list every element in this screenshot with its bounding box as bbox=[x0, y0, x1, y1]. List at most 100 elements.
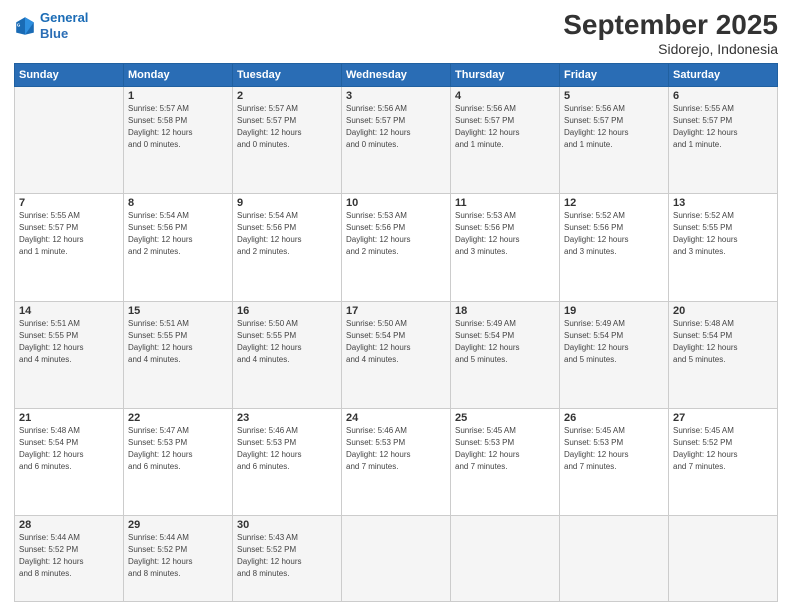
table-row: 25Sunrise: 5:45 AMSunset: 5:53 PMDayligh… bbox=[451, 409, 560, 516]
table-row: 15Sunrise: 5:51 AMSunset: 5:55 PMDayligh… bbox=[124, 301, 233, 408]
table-row: 13Sunrise: 5:52 AMSunset: 5:55 PMDayligh… bbox=[669, 194, 778, 301]
day-number: 6 bbox=[673, 90, 773, 102]
logo: G General Blue bbox=[14, 10, 88, 41]
table-row: 1Sunrise: 5:57 AMSunset: 5:58 PMDaylight… bbox=[124, 86, 233, 193]
cell-info: Sunrise: 5:55 AMSunset: 5:57 PMDaylight:… bbox=[673, 103, 773, 151]
day-number: 17 bbox=[346, 305, 446, 317]
col-tuesday: Tuesday bbox=[233, 63, 342, 86]
cell-info: Sunrise: 5:53 AMSunset: 5:56 PMDaylight:… bbox=[455, 210, 555, 258]
day-number: 16 bbox=[237, 305, 337, 317]
table-row: 22Sunrise: 5:47 AMSunset: 5:53 PMDayligh… bbox=[124, 409, 233, 516]
table-row: 14Sunrise: 5:51 AMSunset: 5:55 PMDayligh… bbox=[15, 301, 124, 408]
cell-info: Sunrise: 5:56 AMSunset: 5:57 PMDaylight:… bbox=[564, 103, 664, 151]
table-row bbox=[342, 516, 451, 602]
day-number: 21 bbox=[19, 412, 119, 424]
cell-info: Sunrise: 5:53 AMSunset: 5:56 PMDaylight:… bbox=[346, 210, 446, 258]
day-number: 22 bbox=[128, 412, 228, 424]
col-monday: Monday bbox=[124, 63, 233, 86]
day-number: 27 bbox=[673, 412, 773, 424]
calendar-week-row: 1Sunrise: 5:57 AMSunset: 5:58 PMDaylight… bbox=[15, 86, 778, 193]
day-number: 9 bbox=[237, 197, 337, 209]
table-row bbox=[669, 516, 778, 602]
day-number: 30 bbox=[237, 519, 337, 531]
cell-info: Sunrise: 5:51 AMSunset: 5:55 PMDaylight:… bbox=[128, 318, 228, 366]
logo-line1: General bbox=[40, 10, 88, 25]
cell-info: Sunrise: 5:47 AMSunset: 5:53 PMDaylight:… bbox=[128, 425, 228, 473]
table-row: 20Sunrise: 5:48 AMSunset: 5:54 PMDayligh… bbox=[669, 301, 778, 408]
table-row: 16Sunrise: 5:50 AMSunset: 5:55 PMDayligh… bbox=[233, 301, 342, 408]
day-number: 3 bbox=[346, 90, 446, 102]
table-row: 12Sunrise: 5:52 AMSunset: 5:56 PMDayligh… bbox=[560, 194, 669, 301]
table-row: 11Sunrise: 5:53 AMSunset: 5:56 PMDayligh… bbox=[451, 194, 560, 301]
cell-info: Sunrise: 5:45 AMSunset: 5:52 PMDaylight:… bbox=[673, 425, 773, 473]
table-row: 2Sunrise: 5:57 AMSunset: 5:57 PMDaylight… bbox=[233, 86, 342, 193]
col-saturday: Saturday bbox=[669, 63, 778, 86]
table-row: 19Sunrise: 5:49 AMSunset: 5:54 PMDayligh… bbox=[560, 301, 669, 408]
col-wednesday: Wednesday bbox=[342, 63, 451, 86]
day-number: 24 bbox=[346, 412, 446, 424]
day-number: 1 bbox=[128, 90, 228, 102]
day-number: 25 bbox=[455, 412, 555, 424]
table-row: 9Sunrise: 5:54 AMSunset: 5:56 PMDaylight… bbox=[233, 194, 342, 301]
header: G General Blue September 2025 Sidorejo, … bbox=[14, 10, 778, 57]
col-friday: Friday bbox=[560, 63, 669, 86]
table-row: 3Sunrise: 5:56 AMSunset: 5:57 PMDaylight… bbox=[342, 86, 451, 193]
cell-info: Sunrise: 5:54 AMSunset: 5:56 PMDaylight:… bbox=[237, 210, 337, 258]
calendar-week-row: 21Sunrise: 5:48 AMSunset: 5:54 PMDayligh… bbox=[15, 409, 778, 516]
location-subtitle: Sidorejo, Indonesia bbox=[563, 41, 778, 57]
cell-info: Sunrise: 5:52 AMSunset: 5:55 PMDaylight:… bbox=[673, 210, 773, 258]
day-number: 8 bbox=[128, 197, 228, 209]
day-number: 29 bbox=[128, 519, 228, 531]
cell-info: Sunrise: 5:48 AMSunset: 5:54 PMDaylight:… bbox=[673, 318, 773, 366]
table-row: 29Sunrise: 5:44 AMSunset: 5:52 PMDayligh… bbox=[124, 516, 233, 602]
day-number: 13 bbox=[673, 197, 773, 209]
table-row: 5Sunrise: 5:56 AMSunset: 5:57 PMDaylight… bbox=[560, 86, 669, 193]
table-row: 21Sunrise: 5:48 AMSunset: 5:54 PMDayligh… bbox=[15, 409, 124, 516]
table-row bbox=[15, 86, 124, 193]
cell-info: Sunrise: 5:52 AMSunset: 5:56 PMDaylight:… bbox=[564, 210, 664, 258]
day-number: 11 bbox=[455, 197, 555, 209]
cell-info: Sunrise: 5:49 AMSunset: 5:54 PMDaylight:… bbox=[564, 318, 664, 366]
table-row: 24Sunrise: 5:46 AMSunset: 5:53 PMDayligh… bbox=[342, 409, 451, 516]
cell-info: Sunrise: 5:45 AMSunset: 5:53 PMDaylight:… bbox=[564, 425, 664, 473]
cell-info: Sunrise: 5:49 AMSunset: 5:54 PMDaylight:… bbox=[455, 318, 555, 366]
calendar-header-row: Sunday Monday Tuesday Wednesday Thursday… bbox=[15, 63, 778, 86]
table-row: 4Sunrise: 5:56 AMSunset: 5:57 PMDaylight… bbox=[451, 86, 560, 193]
cell-info: Sunrise: 5:48 AMSunset: 5:54 PMDaylight:… bbox=[19, 425, 119, 473]
col-thursday: Thursday bbox=[451, 63, 560, 86]
day-number: 4 bbox=[455, 90, 555, 102]
cell-info: Sunrise: 5:56 AMSunset: 5:57 PMDaylight:… bbox=[346, 103, 446, 151]
table-row: 8Sunrise: 5:54 AMSunset: 5:56 PMDaylight… bbox=[124, 194, 233, 301]
cell-info: Sunrise: 5:44 AMSunset: 5:52 PMDaylight:… bbox=[128, 532, 228, 580]
day-number: 15 bbox=[128, 305, 228, 317]
day-number: 7 bbox=[19, 197, 119, 209]
day-number: 12 bbox=[564, 197, 664, 209]
day-number: 10 bbox=[346, 197, 446, 209]
day-number: 18 bbox=[455, 305, 555, 317]
table-row bbox=[451, 516, 560, 602]
cell-info: Sunrise: 5:43 AMSunset: 5:52 PMDaylight:… bbox=[237, 532, 337, 580]
cell-info: Sunrise: 5:50 AMSunset: 5:54 PMDaylight:… bbox=[346, 318, 446, 366]
day-number: 19 bbox=[564, 305, 664, 317]
day-number: 23 bbox=[237, 412, 337, 424]
calendar-table: Sunday Monday Tuesday Wednesday Thursday… bbox=[14, 63, 778, 602]
table-row: 30Sunrise: 5:43 AMSunset: 5:52 PMDayligh… bbox=[233, 516, 342, 602]
table-row: 17Sunrise: 5:50 AMSunset: 5:54 PMDayligh… bbox=[342, 301, 451, 408]
table-row: 26Sunrise: 5:45 AMSunset: 5:53 PMDayligh… bbox=[560, 409, 669, 516]
cell-info: Sunrise: 5:51 AMSunset: 5:55 PMDaylight:… bbox=[19, 318, 119, 366]
calendar-week-row: 7Sunrise: 5:55 AMSunset: 5:57 PMDaylight… bbox=[15, 194, 778, 301]
table-row: 18Sunrise: 5:49 AMSunset: 5:54 PMDayligh… bbox=[451, 301, 560, 408]
title-block: September 2025 Sidorejo, Indonesia bbox=[563, 10, 778, 57]
calendar-week-row: 28 Sunrise: 5:44 AMSunset: 5:52 PMDayligh… bbox=[15, 516, 778, 602]
day-number: 28 bbox=[19, 519, 119, 531]
cell-info: Sunrise: 5:46 AMSunset: 5:53 PMDaylight:… bbox=[237, 425, 337, 473]
day-number: 5 bbox=[564, 90, 664, 102]
table-row: 10Sunrise: 5:53 AMSunset: 5:56 PMDayligh… bbox=[342, 194, 451, 301]
table-row: 23Sunrise: 5:46 AMSunset: 5:53 PMDayligh… bbox=[233, 409, 342, 516]
cell-info: Sunrise: 5:46 AMSunset: 5:53 PMDaylight:… bbox=[346, 425, 446, 473]
day-number: 20 bbox=[673, 305, 773, 317]
day-number: 26 bbox=[564, 412, 664, 424]
table-row: 27Sunrise: 5:45 AMSunset: 5:52 PMDayligh… bbox=[669, 409, 778, 516]
day-number: 14 bbox=[19, 305, 119, 317]
cell-info: Sunrise: 5:55 AMSunset: 5:57 PMDaylight:… bbox=[19, 210, 119, 258]
